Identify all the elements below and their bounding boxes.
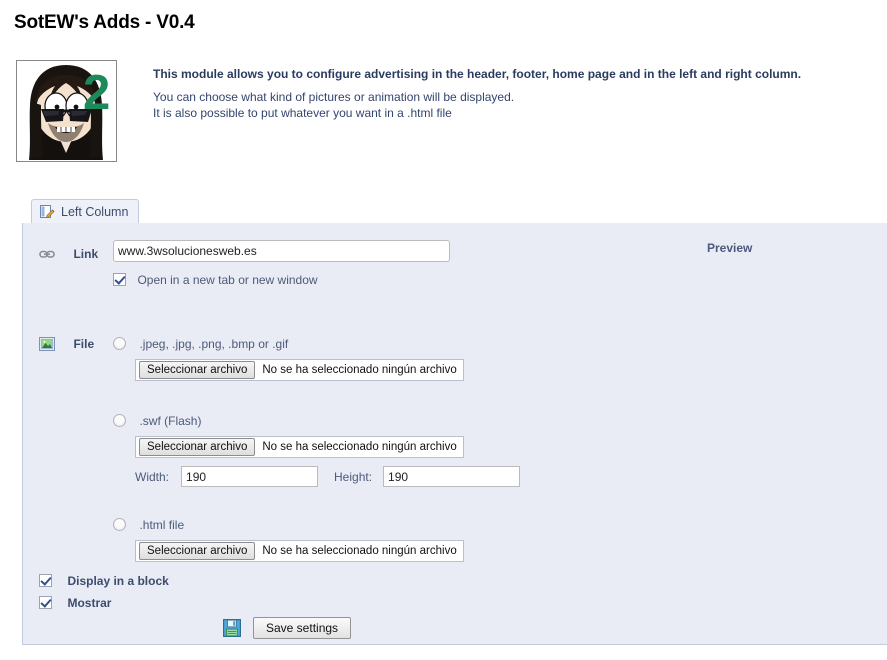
- link-input-wrap: [113, 240, 450, 262]
- settings-panel: Preview Link Open in a new tab or new wi…: [22, 223, 887, 645]
- save-settings-button[interactable]: Save settings: [253, 617, 352, 639]
- page-title: SotEW's Adds - V0.4: [14, 12, 195, 33]
- tab-left-column[interactable]: Left Column: [31, 199, 140, 224]
- new-tab-label: Open in a new tab or new window: [137, 273, 318, 287]
- floppy-disk-save-icon: [223, 619, 241, 637]
- file-option-image-row[interactable]: .jpeg, .jpg, .png, .bmp or .gif: [113, 335, 288, 353]
- mostrar-row[interactable]: Mostrar: [39, 594, 111, 612]
- radio-image-formats[interactable]: [113, 337, 126, 351]
- radio-image-formats-label: .jpeg, .jpg, .png, .bmp or .gif: [139, 337, 289, 351]
- intro-text: This module allows you to configure adve…: [153, 60, 801, 121]
- file-status-html: No se ha seleccionado ningún archivo: [262, 545, 457, 557]
- picture-icon: [39, 336, 55, 352]
- intro-section: 2 This module allows you to configure ad…: [16, 60, 876, 162]
- display-block-checkbox[interactable]: [39, 574, 52, 588]
- file-picker-swf[interactable]: Seleccionar archivo No se ha seleccionad…: [135, 436, 464, 458]
- width-input[interactable]: [181, 466, 319, 487]
- file-status-swf: No se ha seleccionado ningún archivo: [262, 441, 457, 453]
- app-page: SotEW's Adds - V0.4 2 This module allows…: [0, 0, 887, 660]
- link-label: Link: [73, 247, 99, 261]
- height-input[interactable]: [383, 466, 521, 487]
- file-status-image: No se ha seleccionado ningún archivo: [262, 364, 457, 376]
- chain-link-icon: [39, 246, 55, 262]
- avatar-illustration: 2: [17, 61, 116, 161]
- edit-page-icon: [39, 204, 55, 220]
- intro-line-3: It is also possible to put whatever you …: [153, 106, 452, 120]
- file-label: File: [73, 337, 95, 351]
- svg-text:2: 2: [83, 66, 110, 120]
- new-tab-checkbox[interactable]: [113, 273, 126, 287]
- radio-swf[interactable]: [113, 414, 126, 428]
- file-row: File: [39, 335, 94, 353]
- link-row: Link: [39, 245, 98, 263]
- browse-button-swf[interactable]: Seleccionar archivo: [139, 438, 256, 456]
- width-label: Width:: [135, 469, 170, 484]
- radio-swf-label: .swf (Flash): [139, 414, 202, 428]
- radio-html[interactable]: [113, 518, 126, 532]
- tab-strip: Left Column: [22, 198, 887, 224]
- mostrar-label: Mostrar: [67, 596, 112, 610]
- preview-label: Preview: [707, 241, 753, 255]
- mostrar-checkbox[interactable]: [39, 596, 52, 610]
- file-option-swf-row[interactable]: .swf (Flash): [113, 412, 201, 430]
- tab-label: Left Column: [61, 204, 129, 219]
- save-row[interactable]: Save settings: [223, 617, 352, 639]
- file-picker-image[interactable]: Seleccionar archivo No se ha seleccionad…: [135, 359, 464, 381]
- display-block-label: Display in a block: [67, 574, 169, 588]
- intro-line-2: You can choose what kind of pictures or …: [153, 90, 515, 104]
- new-tab-checkbox-row[interactable]: Open in a new tab or new window: [113, 271, 318, 289]
- file-picker-html[interactable]: Seleccionar archivo No se ha seleccionad…: [135, 540, 464, 562]
- display-block-row[interactable]: Display in a block: [39, 572, 169, 590]
- avatar: 2: [16, 60, 117, 162]
- swf-dimensions-row: Width: Height:: [135, 466, 521, 487]
- browse-button-image[interactable]: Seleccionar archivo: [139, 361, 256, 379]
- file-option-html-row[interactable]: .html file: [113, 516, 184, 534]
- height-label: Height:: [334, 469, 373, 484]
- link-input[interactable]: [113, 240, 450, 262]
- intro-line-1: This module allows you to configure adve…: [153, 67, 802, 81]
- radio-html-label: .html file: [139, 518, 185, 532]
- browse-button-html[interactable]: Seleccionar archivo: [139, 542, 256, 560]
